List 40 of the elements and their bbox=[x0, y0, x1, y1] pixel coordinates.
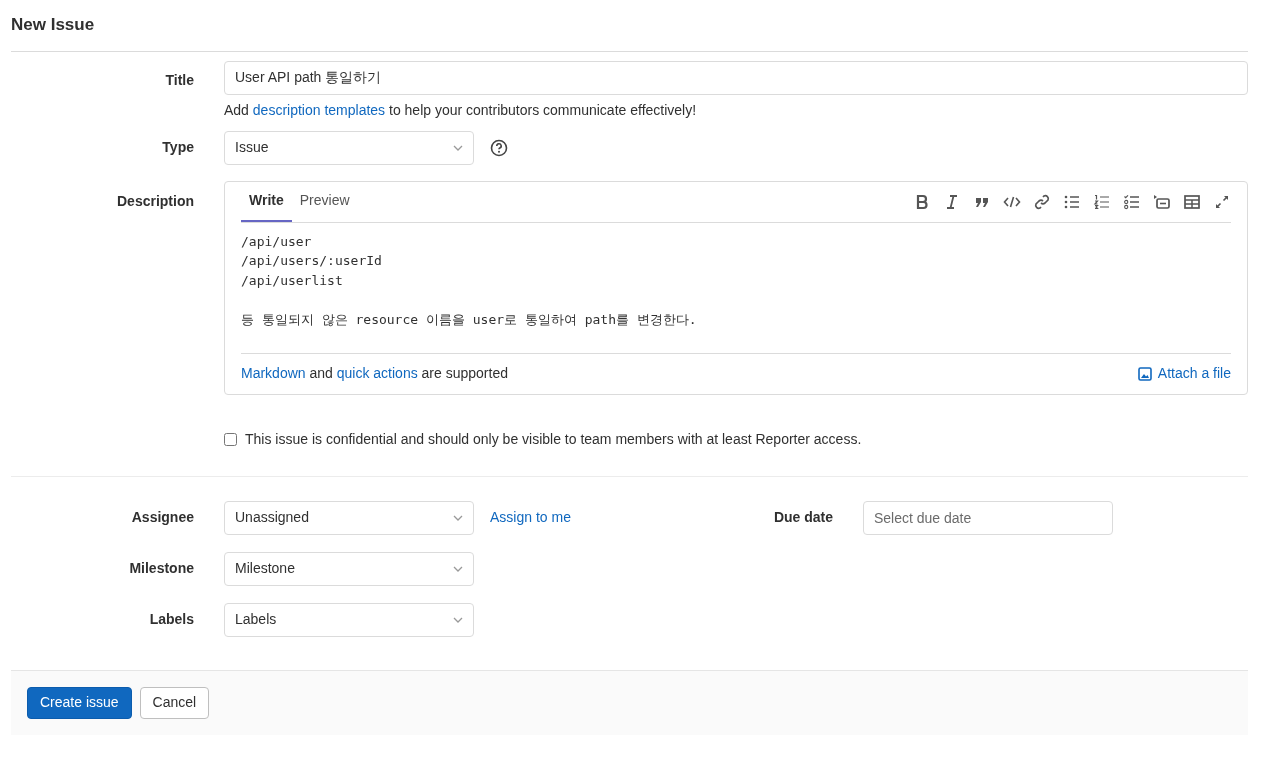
chevron-down-icon bbox=[453, 616, 463, 623]
cancel-button[interactable]: Cancel bbox=[139, 686, 210, 719]
image-icon bbox=[1137, 366, 1152, 381]
link-icon[interactable] bbox=[1033, 192, 1051, 211]
markdown-hint: Markdown and quick actions are supported bbox=[241, 364, 508, 383]
assign-to-me-link[interactable]: Assign to me bbox=[490, 507, 571, 528]
type-dropdown[interactable]: Issue bbox=[224, 130, 474, 165]
assignee-dropdown[interactable]: Unassigned bbox=[224, 500, 474, 535]
title-field[interactable]: User API path 통일하기 bbox=[224, 60, 1248, 95]
confidential-label: This issue is confidential and should only be visible to team members with at least Reporter access. bbox=[245, 429, 862, 449]
field-label: Due date bbox=[772, 508, 833, 527]
field-label: Title bbox=[164, 70, 194, 90]
collapsible-icon[interactable] bbox=[1153, 192, 1171, 211]
help-icon[interactable] bbox=[490, 138, 508, 157]
description-editor[interactable]: Write Preview /api/user /api/users/:userId /api/userlist 등 통일되지 않은 resource 이름을 user로 통일하여 path를 변경한다. Markdown and quick actions are supported Attach a file bbox=[224, 180, 1248, 395]
help-link[interactable]: quick actions bbox=[336, 365, 418, 381]
template-hint: Add description templates to help your contributors communicate effectively! bbox=[224, 100, 698, 120]
field-label: Description bbox=[116, 191, 194, 211]
labels-dropdown[interactable]: Labels bbox=[224, 602, 474, 637]
page-title: New Issue bbox=[11, 0, 1248, 52]
chevron-down-icon bbox=[453, 565, 463, 572]
milestone-dropdown[interactable]: Milestone bbox=[224, 551, 474, 586]
chevron-down-icon bbox=[453, 514, 463, 521]
chevron-down-icon bbox=[453, 144, 463, 151]
editor-tab[interactable]: Write bbox=[241, 181, 292, 222]
help-link[interactable]: Markdown bbox=[241, 365, 306, 381]
editor-tab[interactable]: Preview bbox=[291, 181, 358, 222]
field-label: Assignee bbox=[130, 508, 194, 527]
description-textarea[interactable]: /api/user /api/users/:userId /api/userlist 등 통일되지 않은 resource 이름을 user로 통일하여 path를 변경한다. bbox=[241, 222, 1231, 353]
table-icon[interactable] bbox=[1183, 192, 1201, 211]
field-label: Milestone bbox=[128, 559, 194, 578]
field-label: Type bbox=[161, 138, 194, 157]
numbered-list-icon[interactable] bbox=[1093, 192, 1111, 211]
attach-file-link[interactable]: Attach a file bbox=[1137, 363, 1231, 384]
due-date-field[interactable]: Select due date bbox=[863, 500, 1113, 535]
create-button[interactable]: Create issue bbox=[27, 686, 132, 719]
checklist-icon[interactable] bbox=[1123, 192, 1141, 211]
confidential-checkbox[interactable] bbox=[224, 432, 237, 446]
field-label: Labels bbox=[148, 610, 194, 629]
templates-link[interactable]: description templates bbox=[252, 101, 386, 118]
